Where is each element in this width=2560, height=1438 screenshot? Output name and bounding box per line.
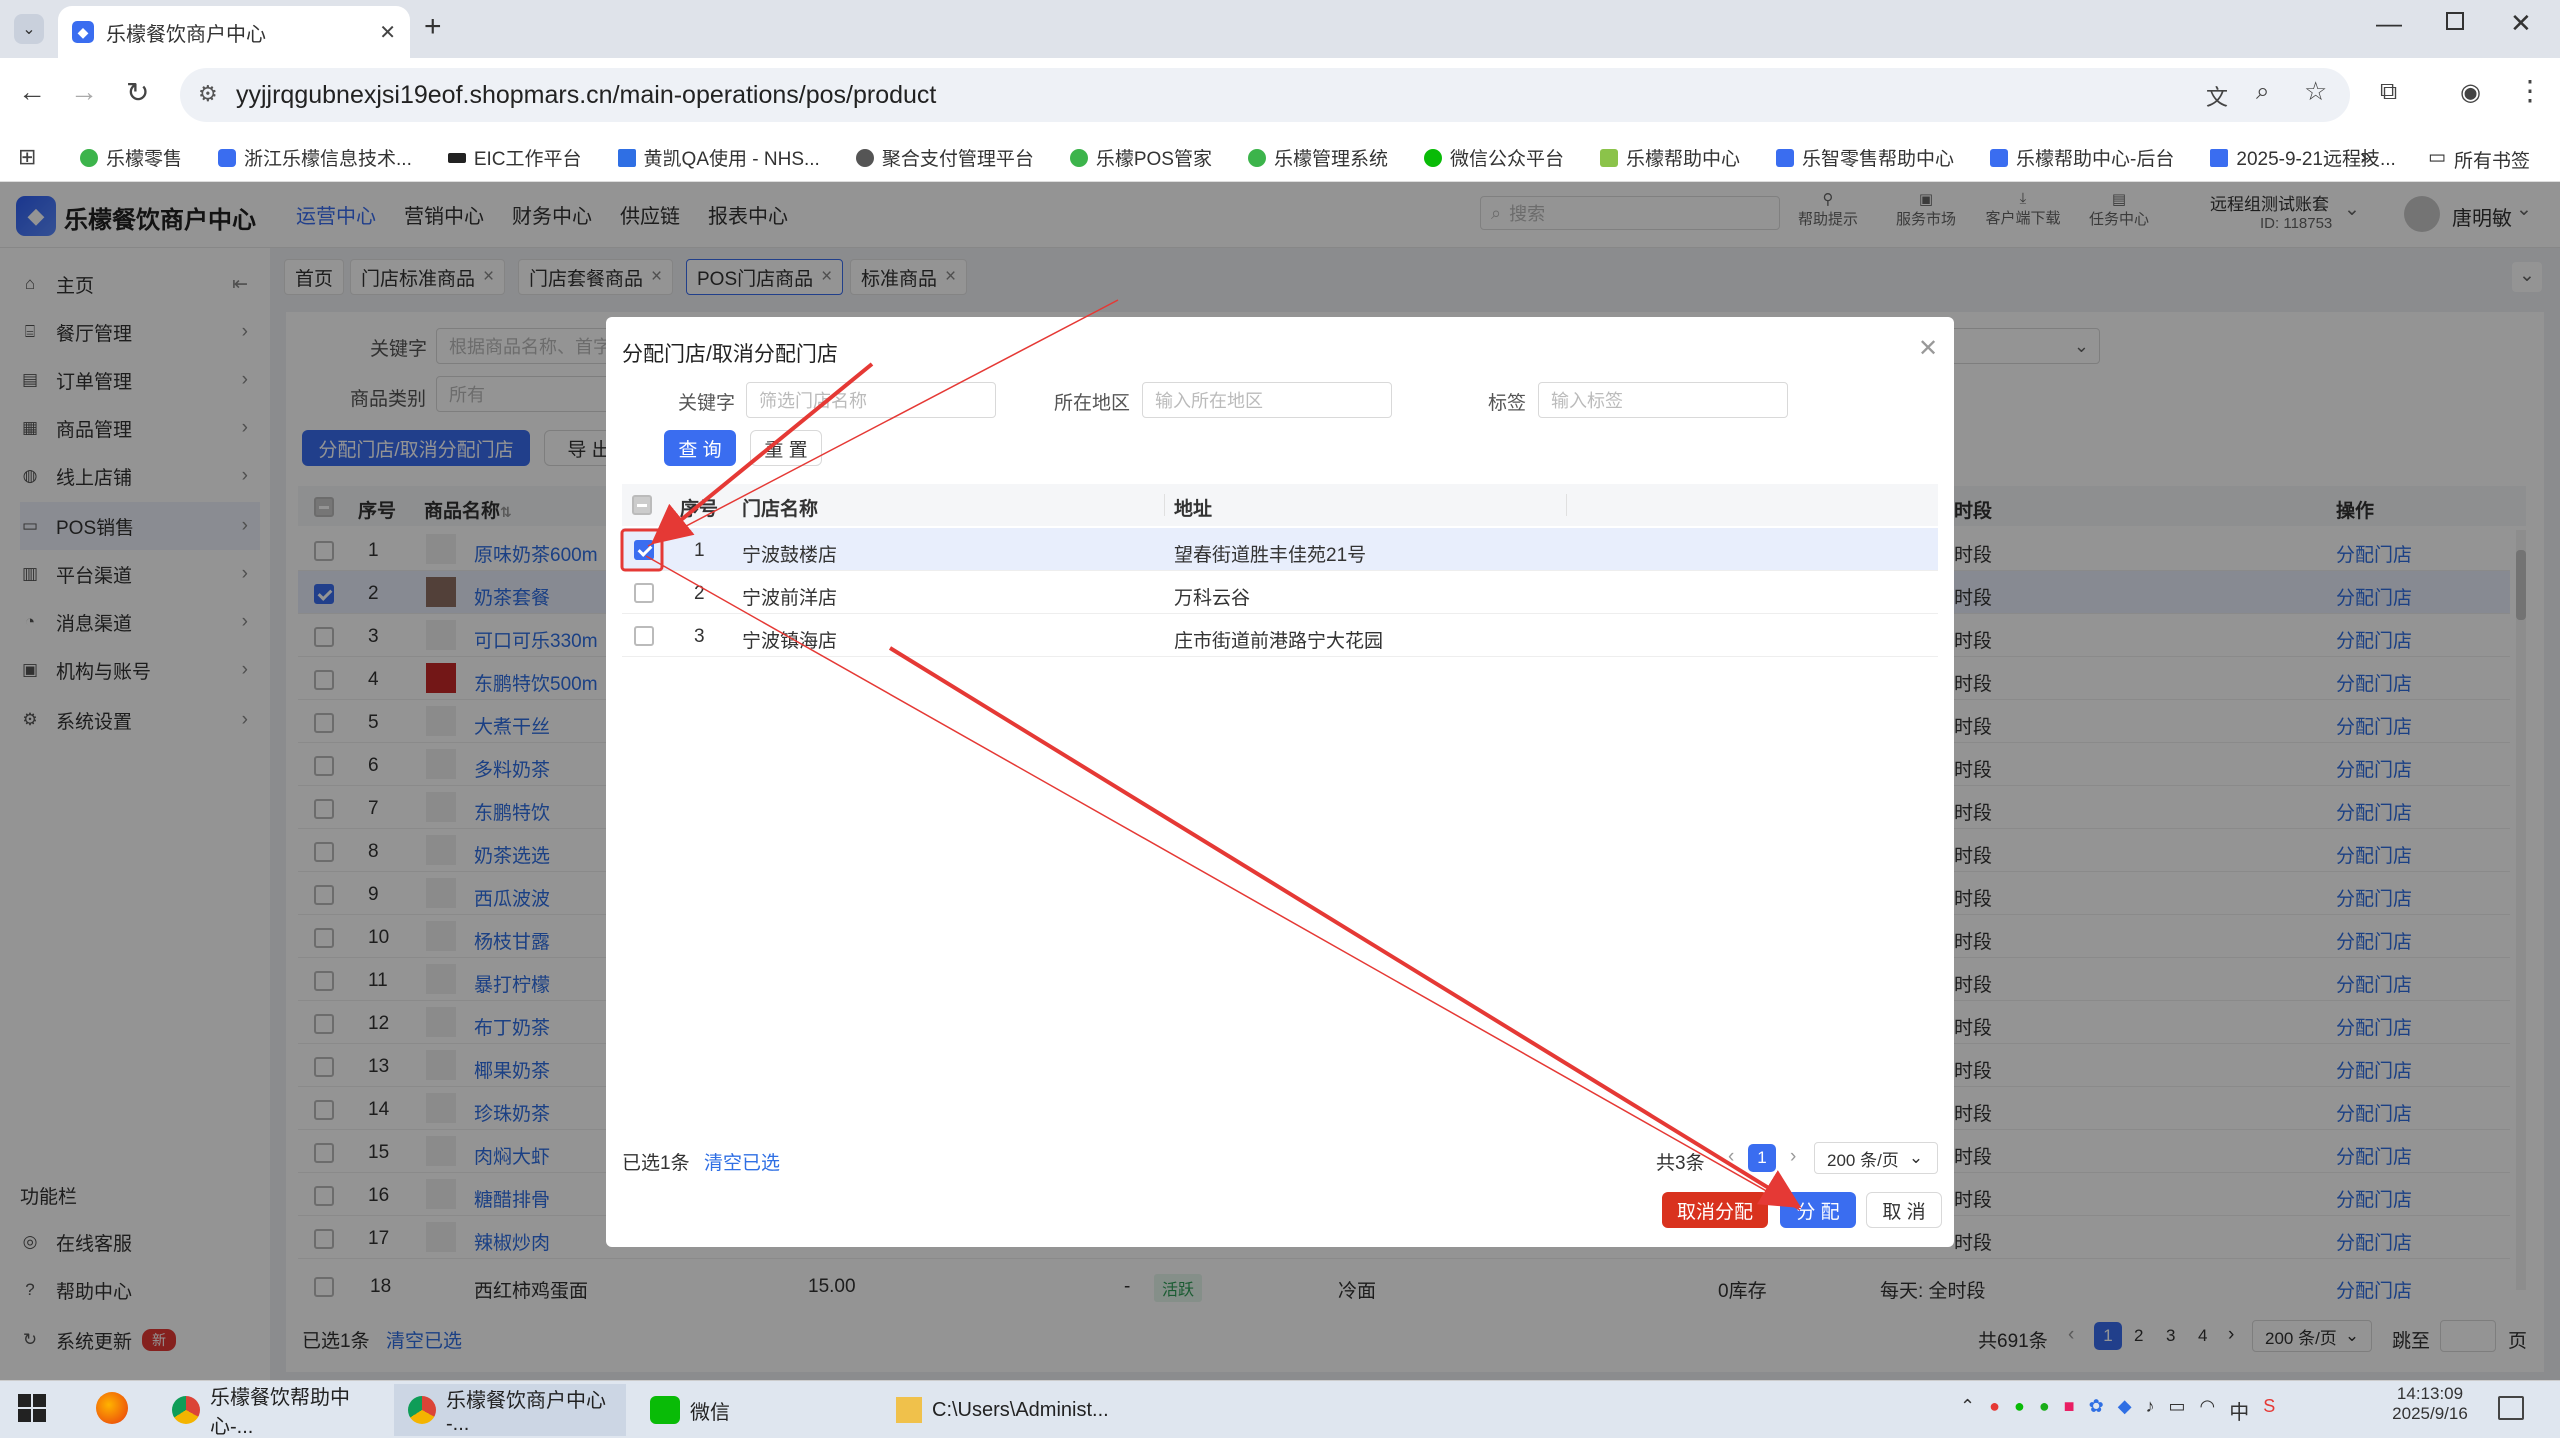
annotation-line bbox=[647, 299, 1119, 547]
annotation-arrow-to-checkbox bbox=[650, 362, 874, 545]
tray-wechat-icon[interactable]: ● bbox=[2014, 1396, 2025, 1425]
chrome-icon bbox=[408, 1396, 436, 1424]
ime-indicator[interactable]: 中 bbox=[2229, 1396, 2249, 1425]
battery-icon[interactable]: ▭ bbox=[2169, 1396, 2186, 1425]
annotation-arrows bbox=[620, 299, 1802, 1211]
clock[interactable]: 14:13:09 2025/9/16 bbox=[2380, 1384, 2480, 1424]
firefox-icon[interactable] bbox=[96, 1392, 128, 1424]
tray-app-icon[interactable]: ● bbox=[1989, 1396, 2000, 1425]
wifi-icon[interactable]: ◠ bbox=[2200, 1396, 2216, 1425]
system-tray: ⌃ ● ● ● ■ ✿ ◆ ♪ ▭ ◠ 中 S bbox=[1960, 1396, 2275, 1425]
chrome-icon bbox=[172, 1396, 200, 1424]
tray-app-icon[interactable]: ◆ bbox=[2118, 1396, 2132, 1425]
tray-app-icon[interactable]: ✿ bbox=[2089, 1396, 2104, 1425]
wechat-icon bbox=[650, 1396, 680, 1424]
taskbar-item[interactable]: 乐檬餐饮帮助中心-... bbox=[158, 1384, 388, 1438]
annotation-highlight-box bbox=[620, 528, 664, 572]
sogou-icon[interactable]: S bbox=[2263, 1396, 2275, 1425]
folder-icon bbox=[896, 1397, 922, 1423]
tray-expand-icon[interactable]: ⌃ bbox=[1960, 1396, 1975, 1425]
tray-app-icon[interactable]: ■ bbox=[2064, 1396, 2075, 1425]
taskbar-item[interactable]: C:\Users\Administ... bbox=[882, 1384, 1114, 1436]
taskbar-item[interactable]: 微信 bbox=[636, 1384, 866, 1436]
taskbar-item-active[interactable]: 乐檬餐饮商户中心 -... bbox=[394, 1384, 626, 1436]
volume-icon[interactable]: ♪ bbox=[2146, 1396, 2155, 1425]
annotation-line bbox=[645, 555, 1801, 1211]
notification-icon[interactable] bbox=[2498, 1396, 2524, 1420]
tray-app-icon[interactable]: ● bbox=[2039, 1396, 2050, 1425]
annotation-arrow-to-assign bbox=[888, 646, 1802, 1209]
windows-start-icon[interactable] bbox=[18, 1394, 46, 1422]
